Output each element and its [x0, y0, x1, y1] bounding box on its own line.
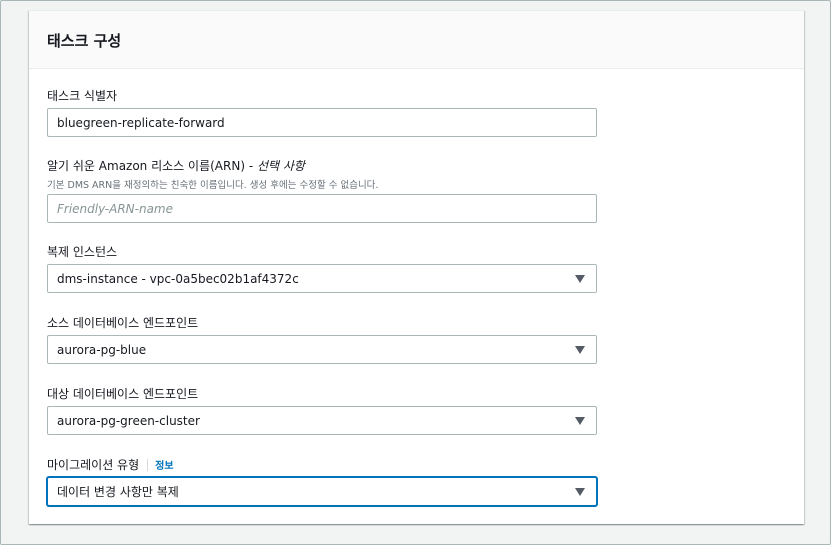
- source-endpoint-value: aurora-pg-blue: [57, 342, 147, 357]
- migration-type-label: 마이그레이션 유형 정보: [47, 456, 174, 473]
- arn-label: 알기 쉬운 Amazon 리소스 이름(ARN) - 선택 사항: [47, 157, 305, 174]
- panel-header: 태스크 구성: [29, 11, 804, 69]
- arn-description: 기본 DMS ARN을 재정의하는 친숙한 이름입니다. 생성 후에는 수정할 …: [47, 180, 379, 191]
- caret-down-icon: [575, 488, 585, 496]
- task-identifier-value: bluegreen-replicate-forward: [57, 115, 225, 130]
- migration-type-info-link[interactable]: 정보: [155, 461, 173, 472]
- target-endpoint-label: 대상 데이터베이스 엔드포인트: [47, 387, 199, 401]
- caret-down-icon: [575, 346, 585, 354]
- task-identifier-input[interactable]: bluegreen-replicate-forward: [47, 108, 597, 137]
- arn-input[interactable]: Friendly-ARN-name: [47, 194, 597, 223]
- migration-type-value: 데이터 변경 사항만 복제: [57, 485, 179, 499]
- arn-optional-text: 선택 사항: [256, 159, 305, 173]
- target-endpoint-value: aurora-pg-green-cluster: [57, 413, 200, 428]
- arn-label-text: 알기 쉬운 Amazon 리소스 이름(ARN) -: [47, 159, 257, 173]
- replication-instance-label: 복제 인스턴스: [47, 245, 118, 259]
- task-identifier-label: 태스크 식별자: [47, 89, 118, 103]
- replication-instance-select[interactable]: dms-instance - vpc-0a5bec02b1af4372c: [47, 264, 597, 293]
- source-endpoint-select[interactable]: aurora-pg-blue: [47, 335, 597, 364]
- target-endpoint-select[interactable]: aurora-pg-green-cluster: [47, 406, 597, 435]
- arn-placeholder: Friendly-ARN-name: [57, 201, 173, 216]
- panel-title: 태스크 구성: [47, 32, 122, 50]
- replication-instance-value: dms-instance - vpc-0a5bec02b1af4372c: [57, 271, 299, 286]
- caret-down-icon: [575, 275, 585, 283]
- caret-down-icon: [575, 417, 585, 425]
- migration-type-label-text: 마이그레이션 유형: [47, 458, 140, 472]
- migration-type-select[interactable]: 데이터 변경 사항만 복제: [47, 477, 597, 506]
- divider: [147, 458, 149, 471]
- task-config-panel: 태스크 구성 태스크 식별자 bluegreen-replicate-forwa…: [29, 10, 804, 524]
- source-endpoint-label: 소스 데이터베이스 엔드포인트: [47, 316, 199, 330]
